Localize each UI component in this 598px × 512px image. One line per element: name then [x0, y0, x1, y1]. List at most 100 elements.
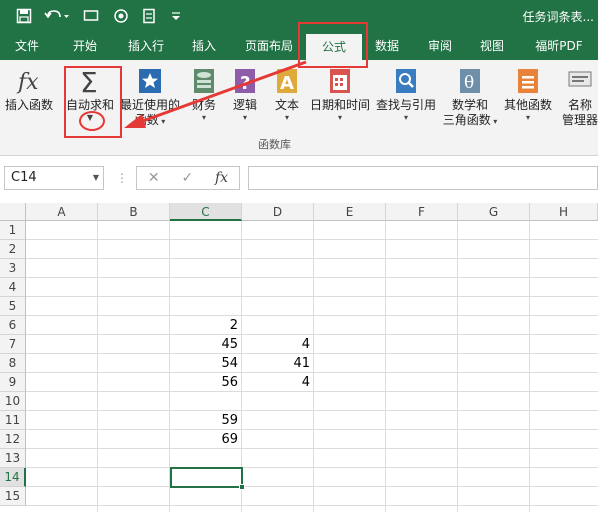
undo-icon[interactable]	[42, 6, 72, 26]
annotation-ellipse-autosum-dropdown	[79, 111, 105, 131]
more-functions-button[interactable]: 其他函数 ▾	[500, 66, 556, 136]
svg-text:?: ?	[240, 73, 250, 94]
name-box-value: C14	[11, 170, 37, 185]
cell-d7[interactable]: 4	[242, 335, 314, 354]
row-header-13[interactable]: 13	[0, 449, 26, 468]
formula-buttons: ✕ ✓ fx	[136, 166, 240, 190]
date-time-label: 日期和时间	[309, 98, 370, 112]
calendar-icon	[325, 66, 355, 96]
annotation-box-formulas-tab	[298, 22, 368, 68]
logical-button[interactable]: ? 逻辑 ▾	[228, 66, 262, 136]
magnifier-icon	[391, 66, 421, 96]
tab-review[interactable]: 审阅	[418, 32, 462, 60]
row-header-8[interactable]: 8	[0, 354, 26, 373]
row-header-12[interactable]: 12	[0, 430, 26, 449]
tab-file[interactable]: 文件	[2, 32, 52, 60]
cell-d8[interactable]: 41	[242, 354, 314, 373]
financial-label: 财务	[191, 98, 216, 112]
formula-bar-splitter-icon[interactable]: ⋮	[116, 171, 128, 185]
row-header-1[interactable]: 1	[0, 221, 26, 240]
row-header-4[interactable]: 4	[0, 278, 26, 297]
cell-c8[interactable]: 54	[170, 354, 242, 373]
svg-text:A: A	[280, 73, 294, 94]
row-header-9[interactable]: 9	[0, 373, 26, 392]
column-header-b[interactable]: B	[98, 203, 170, 221]
cell-c12[interactable]: 69	[170, 430, 242, 449]
column-header-h[interactable]: H	[530, 203, 598, 221]
tab-view[interactable]: 视图	[470, 32, 514, 60]
column-header-c[interactable]: C	[170, 203, 242, 221]
tab-page-layout[interactable]: 页面布局	[236, 32, 302, 60]
name-manager-label-2: 管理器	[562, 113, 598, 127]
spreadsheet-grid: A B C D E F G H 1 2 3 4 5 6 7 8 9 10 11 …	[0, 203, 598, 512]
insert-function-button[interactable]: fx 插入函数	[2, 66, 56, 136]
save-icon[interactable]	[14, 6, 34, 26]
row-header-15[interactable]: 15	[0, 487, 26, 506]
text-functions-button[interactable]: A 文本 ▾	[270, 66, 304, 136]
math-trig-button[interactable]: θ 数学和 三角函数 ▾	[440, 66, 500, 136]
lookup-reference-button[interactable]: 查找与引用 ▾	[374, 66, 438, 136]
cell-c11[interactable]: 59	[170, 411, 242, 430]
cell-c9[interactable]: 56	[170, 373, 242, 392]
date-time-button[interactable]: 日期和时间 ▾	[308, 66, 372, 136]
name-manager-icon	[565, 66, 595, 96]
row-header-14[interactable]: 14	[0, 468, 26, 487]
touch-icon[interactable]	[138, 6, 160, 26]
column-header-a[interactable]: A	[26, 203, 98, 221]
window-title: 任务词条表...	[522, 10, 594, 24]
name-box[interactable]: C14 ▼	[4, 166, 104, 190]
customize-icon[interactable]	[168, 6, 184, 26]
cell-d9[interactable]: 4	[242, 373, 314, 392]
row-header-6[interactable]: 6	[0, 316, 26, 335]
row-header-10[interactable]: 10	[0, 392, 26, 411]
cell-area[interactable]: 2 45 4 54 41 56 4 59 69	[26, 221, 598, 512]
tab-foxit-pdf[interactable]: 福昕PDF	[526, 32, 592, 60]
math-trig-label-1: 数学和	[451, 98, 488, 112]
row-header-7[interactable]: 7	[0, 335, 26, 354]
excel-window: 任务词条表... 文件 开始 插入行 插入 页面布局 公式 数据 审阅 视图 福…	[0, 0, 598, 512]
name-manager-button[interactable]: 名称 管理器	[562, 66, 598, 136]
tab-data[interactable]: 数据	[366, 32, 408, 60]
financial-icon	[189, 66, 219, 96]
svg-text:fx: fx	[16, 70, 39, 95]
column-header-e[interactable]: E	[314, 203, 386, 221]
financial-button[interactable]: 财务 ▾	[186, 66, 222, 136]
cell-c7[interactable]: 45	[170, 335, 242, 354]
formula-input[interactable]	[248, 166, 598, 190]
formula-bar: C14 ▼ ⋮ ✕ ✓ fx	[0, 156, 598, 202]
math-trig-label-2: 三角函数 ▾	[442, 113, 498, 127]
target-icon[interactable]	[110, 6, 132, 26]
enter-icon[interactable]: ✓	[181, 170, 193, 186]
screen-icon[interactable]	[80, 6, 102, 26]
column-header-f[interactable]: F	[386, 203, 458, 221]
more-functions-label: 其他函数	[503, 98, 552, 112]
column-header-d[interactable]: D	[242, 203, 314, 221]
text-icon: A	[272, 66, 302, 96]
more-functions-icon	[513, 66, 543, 96]
row-header-11[interactable]: 11	[0, 411, 26, 430]
column-header-g[interactable]: G	[458, 203, 530, 221]
insert-function-fx-icon[interactable]: fx	[215, 170, 228, 186]
active-cell-c14[interactable]	[170, 467, 245, 490]
fx-icon: fx	[14, 66, 44, 96]
svg-text:θ: θ	[464, 73, 474, 93]
theta-icon: θ	[455, 66, 485, 96]
fill-handle[interactable]	[239, 484, 245, 490]
tab-insert[interactable]: 插入	[182, 32, 226, 60]
name-box-dropdown-icon[interactable]: ▼	[93, 167, 99, 189]
select-all-corner[interactable]	[0, 203, 26, 221]
name-manager-label-1: 名称	[567, 98, 592, 112]
text-functions-label: 文本	[274, 98, 299, 112]
cancel-icon[interactable]: ✕	[148, 170, 160, 186]
row-header-2[interactable]: 2	[0, 240, 26, 259]
star-icon	[135, 66, 165, 96]
row-header-3[interactable]: 3	[0, 259, 26, 278]
tab-home[interactable]: 开始	[60, 32, 110, 60]
row-header-5[interactable]: 5	[0, 297, 26, 316]
logical-label: 逻辑	[232, 98, 257, 112]
recent-functions-button[interactable]: 最近使用的 函数 ▾	[120, 66, 180, 136]
cell-c6[interactable]: 2	[170, 316, 242, 335]
question-icon: ?	[230, 66, 260, 96]
recent-functions-label-1: 最近使用的	[120, 98, 181, 112]
tab-insert-row[interactable]: 插入行	[118, 32, 174, 60]
